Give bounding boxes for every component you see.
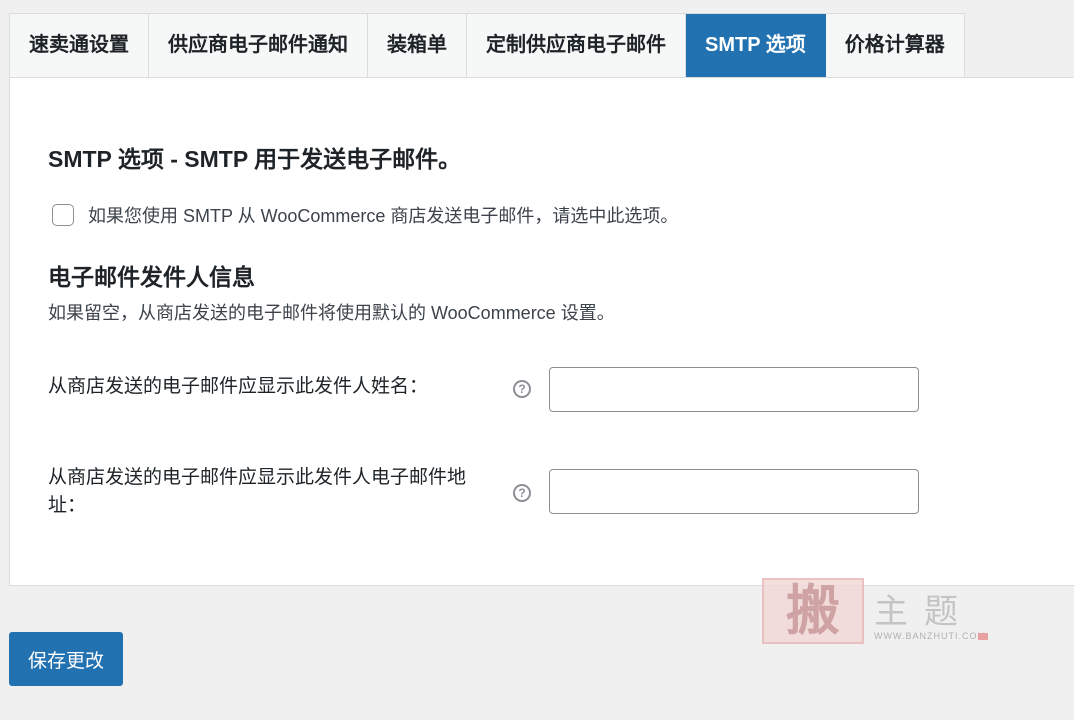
sender-name-input[interactable] (549, 367, 919, 412)
watermark-accent (978, 633, 988, 640)
tab-aliexpress-settings[interactable]: 速卖通设置 (10, 14, 149, 77)
sender-email-label: 从商店发送的电子邮件应显示此发件人电子邮件地址： (48, 467, 467, 516)
settings-tabs: 速卖通设置 供应商电子邮件通知 装箱单 定制供应商电子邮件 SMTP 选项 价格… (9, 13, 965, 77)
tab-smtp-options[interactable]: SMTP 选项 (686, 14, 826, 77)
smtp-heading: SMTP 选项 - SMTP 用于发送电子邮件。 (48, 146, 462, 172)
watermark-text: 主题 (874, 594, 974, 631)
sender-info-heading: 电子邮件发件人信息 (48, 264, 255, 290)
tab-custom-supplier-email[interactable]: 定制供应商电子邮件 (467, 14, 686, 77)
sender-email-input[interactable] (549, 469, 919, 514)
save-changes-button[interactable]: 保存更改 (9, 632, 123, 686)
smtp-checkbox-label: 如果您使用 SMTP 从 WooCommerce 商店发送电子邮件，请选中此选项… (88, 206, 679, 226)
tab-packing-slip[interactable]: 装箱单 (368, 14, 467, 77)
tab-price-calculator[interactable]: 价格计算器 (825, 14, 965, 77)
settings-panel: SMTP 选项 - SMTP 用于发送电子邮件。 如果您使用 SMTP 从 Wo… (9, 77, 1074, 586)
sender-info-description: 如果留空，从商店发送的电子邮件将使用默认的 WooCommerce 设置。 (48, 303, 615, 323)
watermark-url: WWW.BANZHUTI.COM (874, 631, 986, 641)
sender-name-help-icon[interactable]: ? (513, 380, 531, 398)
smtp-checkbox-row[interactable]: 如果您使用 SMTP 从 WooCommerce 商店发送电子邮件，请选中此选项… (52, 202, 678, 228)
tab-supplier-email-notifications[interactable]: 供应商电子邮件通知 (149, 14, 368, 77)
sender-email-help-icon[interactable]: ? (513, 484, 531, 502)
watermark-logo: 搬 主题 WWW.BANZHUTI.COM (762, 578, 992, 646)
sender-name-label: 从商店发送的电子邮件应显示此发件人姓名： (48, 376, 429, 397)
smtp-checkbox[interactable] (52, 204, 74, 226)
watermark-seal: 搬 (762, 578, 864, 644)
